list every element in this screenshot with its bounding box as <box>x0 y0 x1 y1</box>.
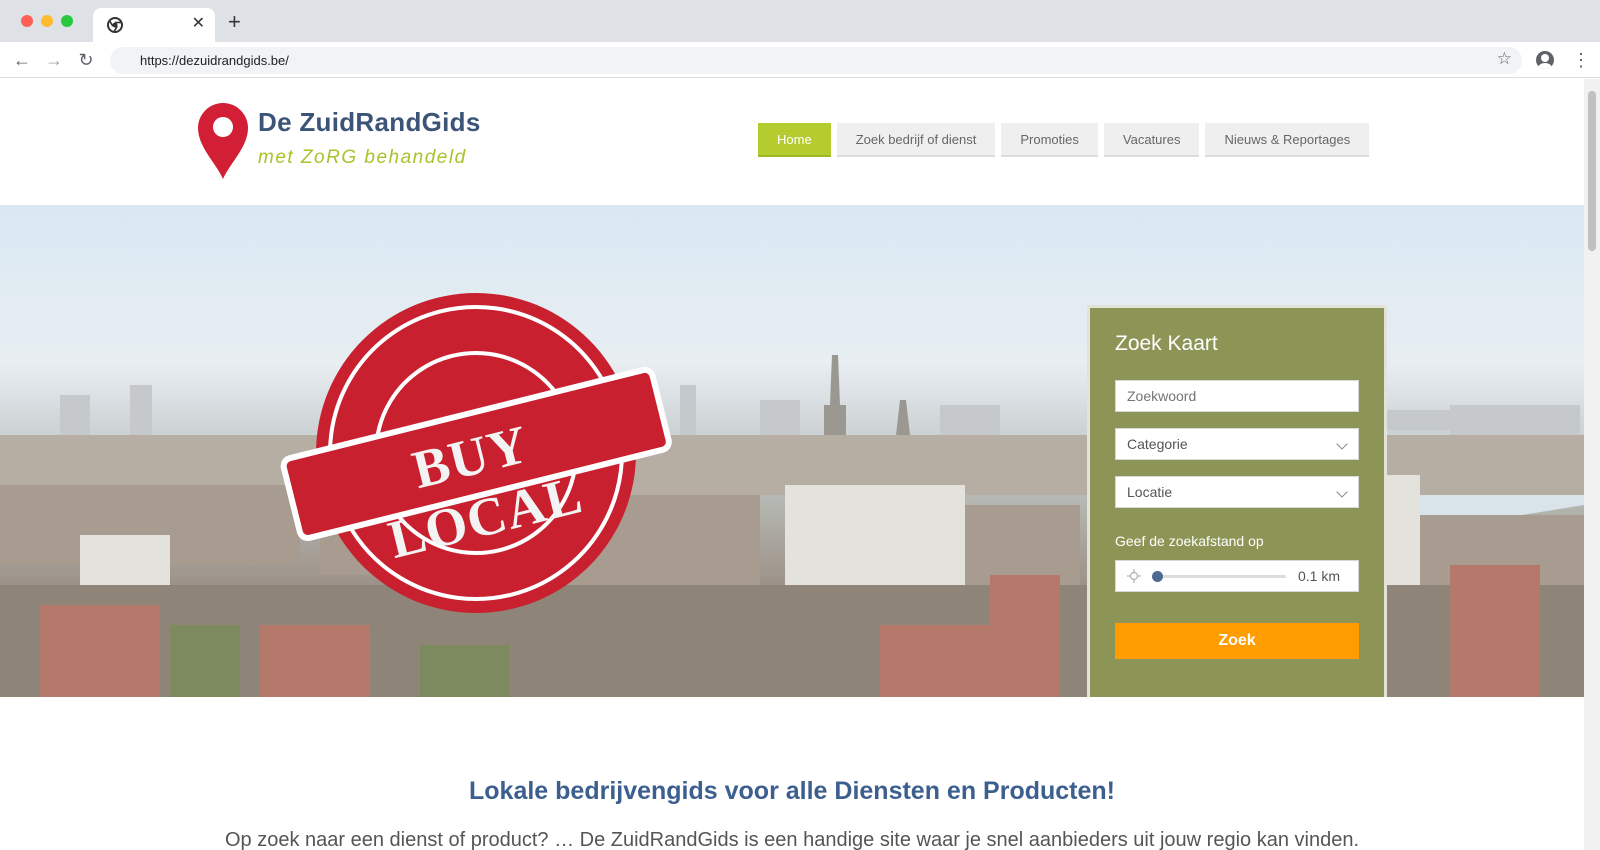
scrollbar-thumb[interactable] <box>1588 91 1596 251</box>
browser-menu-icon[interactable]: ⋮ <box>1572 47 1590 73</box>
address-bar[interactable]: https://dezuidrandgids.be/ ☆ <box>110 47 1522 74</box>
chrome-favicon-icon <box>107 17 123 33</box>
chevron-down-icon <box>1336 438 1348 450</box>
search-submit-button[interactable]: Zoek <box>1115 623 1359 659</box>
chevron-down-icon <box>1336 486 1348 498</box>
hero-banner: BUY LOCAL Zoek Kaart Categorie Locatie G… <box>0 205 1584 697</box>
keyword-input[interactable] <box>1115 380 1359 412</box>
logo-tagline: met ZoRG behandeld <box>258 147 467 168</box>
window-maximize-button[interactable] <box>61 15 73 27</box>
page-viewport: De ZuidRandGids met ZoRG behandeld Home … <box>0 79 1584 850</box>
browser-toolbar: ← → ↻ https://dezuidrandgids.be/ ☆ ⋮ <box>0 42 1600 78</box>
nav-item-zoek-bedrijf[interactable]: Zoek bedrijf of dienst <box>836 123 996 157</box>
window-minimize-button[interactable] <box>41 15 53 27</box>
site-logo[interactable]: De ZuidRandGids met ZoRG behandeld <box>196 101 496 181</box>
browser-tab-strip: ✕ + <box>0 0 1600 42</box>
location-select-label: Locatie <box>1127 484 1173 500</box>
browser-tab[interactable]: ✕ <box>93 8 215 42</box>
main-navigation: Home Zoek bedrijf of dienst Promoties Va… <box>758 123 1370 157</box>
new-tab-icon[interactable]: + <box>228 10 241 34</box>
profile-avatar-icon[interactable] <box>1536 51 1554 69</box>
address-bar-url[interactable]: https://dezuidrandgids.be/ <box>140 53 289 68</box>
reload-icon[interactable]: ↻ <box>74 48 98 72</box>
page-intro-text: Op zoek naar een dienst of product? … De… <box>224 829 1359 850</box>
location-select[interactable]: Locatie <box>1115 476 1359 508</box>
window-close-button[interactable] <box>21 15 33 27</box>
distance-value: 0.1 km <box>1297 568 1340 584</box>
nav-item-home[interactable]: Home <box>758 123 831 157</box>
crosshair-icon[interactable] <box>1127 569 1141 583</box>
nav-item-promoties[interactable]: Promoties <box>1001 123 1098 157</box>
distance-label: Geef de zoekafstand op <box>1115 533 1264 549</box>
distance-slider-handle[interactable] <box>1151 571 1163 582</box>
page-headline: Lokale bedrijvengids voor alle Diensten … <box>469 777 1115 805</box>
distance-slider[interactable] <box>1151 571 1286 582</box>
category-select-label: Categorie <box>1127 436 1188 452</box>
nav-item-nieuws[interactable]: Nieuws & Reportages <box>1205 123 1370 157</box>
forward-arrow-icon[interactable]: → <box>42 48 66 72</box>
search-card-title: Zoek Kaart <box>1115 332 1218 355</box>
category-select[interactable]: Categorie <box>1115 428 1359 460</box>
back-arrow-icon[interactable]: ← <box>10 48 34 72</box>
tab-close-icon[interactable]: ✕ <box>192 14 205 34</box>
nav-item-vacatures[interactable]: Vacatures <box>1103 123 1200 157</box>
page-scrollbar[interactable] <box>1584 79 1600 850</box>
logo-title: De ZuidRandGids <box>258 107 481 137</box>
map-pin-icon <box>198 103 248 179</box>
search-card: Zoek Kaart Categorie Locatie Geef de zoe… <box>1087 305 1387 697</box>
distance-control: 0.1 km <box>1115 560 1359 592</box>
bookmark-star-icon[interactable]: ☆ <box>1497 49 1512 69</box>
